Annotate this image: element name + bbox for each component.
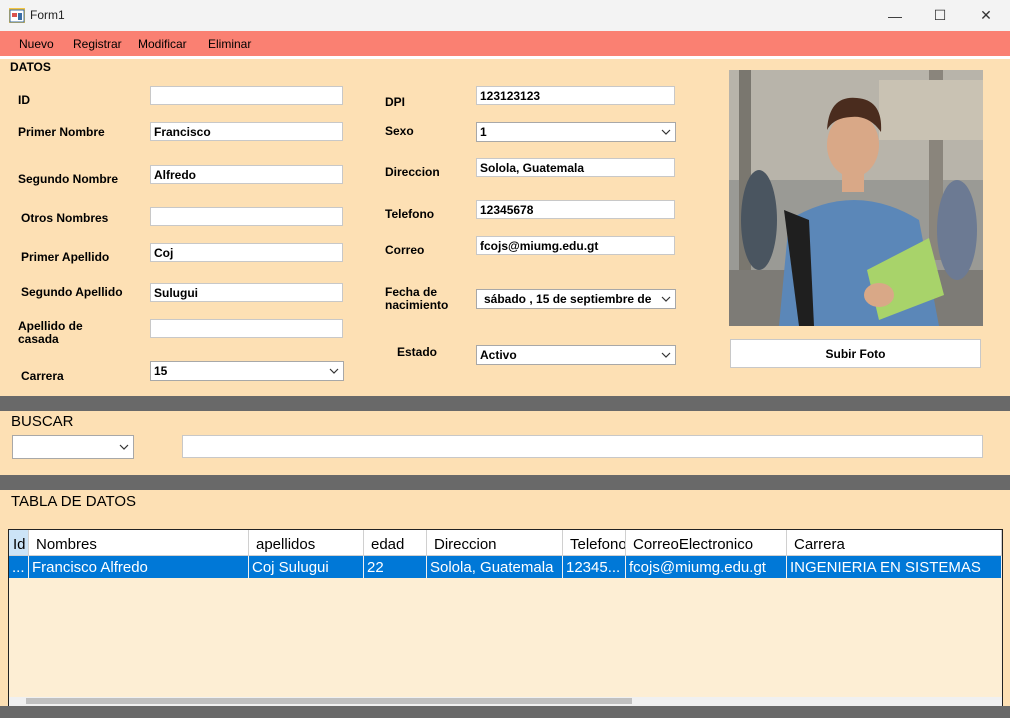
bottom-divider	[0, 706, 1010, 718]
label-primer-nombre: Primer Nombre	[18, 125, 105, 139]
label-segundo-apellido: Segundo Apellido	[21, 285, 123, 299]
label-direccion: Direccion	[385, 165, 440, 179]
label-apellido-casada-line2: casada	[18, 332, 59, 346]
label-primer-apellido: Primer Apellido	[21, 250, 110, 264]
chevron-down-icon	[661, 129, 671, 135]
label-correo: Correo	[385, 243, 425, 257]
subir-foto-button[interactable]: Subir Foto	[730, 339, 981, 368]
chevron-down-icon	[661, 296, 671, 302]
table-cell-correo[interactable]: fcojs@miumg.edu.gt	[626, 556, 787, 578]
segundo-apellido-input[interactable]: Sulugui	[150, 283, 343, 302]
label-estado: Estado	[397, 345, 438, 359]
otros-nombres-input[interactable]	[150, 207, 343, 226]
table-cell-apellidos[interactable]: Coj Sulugui	[249, 556, 364, 578]
dpi-input[interactable]: 123123123	[476, 86, 675, 105]
column-header-edad[interactable]: edad	[364, 530, 427, 556]
buscar-filter-combobox[interactable]	[12, 435, 134, 459]
data-grid[interactable]: Id Nombres apellidos edad Direccion Tele…	[8, 529, 1003, 706]
student-photo	[729, 70, 983, 326]
menu-bar: Nuevo Registrar Modificar Eliminar	[0, 31, 1010, 59]
fecha-nacimiento-picker[interactable]: sábado , 15 de septiembre de	[476, 289, 676, 309]
menu-nuevo[interactable]: Nuevo	[19, 37, 54, 51]
column-header-carrera[interactable]: Carrera	[787, 530, 1002, 556]
section-divider	[0, 396, 1010, 411]
label-sexo: Sexo	[385, 124, 414, 138]
segundo-nombre-input[interactable]: Alfredo	[150, 165, 343, 184]
column-header-id[interactable]: Id	[9, 530, 29, 556]
menu-modificar[interactable]: Modificar	[138, 37, 187, 51]
label-fecha-line1: Fecha de	[385, 285, 438, 299]
menu-eliminar[interactable]: Eliminar	[208, 37, 251, 51]
label-dpi: DPI	[385, 95, 406, 109]
section-divider	[0, 475, 1010, 490]
table-cell-carrera[interactable]: INGENIERIA EN SISTEMAS	[787, 556, 1002, 578]
table-cell-edad[interactable]: 22	[364, 556, 427, 578]
fecha-nacimiento-value: sábado , 15 de septiembre de	[484, 292, 652, 306]
estado-combobox[interactable]: Activo	[476, 345, 676, 365]
column-header-correo[interactable]: CorreoElectronico	[626, 530, 787, 556]
column-header-telefono[interactable]: Telefono	[563, 530, 626, 556]
estado-value: Activo	[480, 348, 517, 362]
id-input[interactable]	[150, 86, 343, 105]
scrollbar-thumb[interactable]	[26, 698, 632, 704]
buscar-title: BUSCAR	[11, 413, 74, 430]
label-id: ID	[18, 93, 30, 107]
carrera-value: 15	[154, 364, 168, 378]
carrera-combobox[interactable]: 15	[150, 361, 344, 381]
label-fecha-line2: nacimiento	[385, 298, 449, 312]
correo-input[interactable]: fcojs@miumg.edu.gt	[476, 236, 675, 255]
column-header-apellidos[interactable]: apellidos	[249, 530, 364, 556]
chevron-down-icon	[119, 444, 129, 450]
datos-title: DATOS	[10, 60, 51, 74]
table-cell-telefono[interactable]: 12345...	[563, 556, 626, 578]
chevron-down-icon	[329, 368, 339, 374]
maximize-button[interactable]: ☐	[917, 0, 963, 31]
primer-apellido-input[interactable]: Coj	[150, 243, 343, 262]
label-segundo-nombre: Segundo Nombre	[18, 172, 119, 186]
sexo-value: 1	[480, 125, 487, 139]
minimize-button[interactable]: —	[872, 0, 918, 31]
minimize-icon: —	[888, 7, 902, 24]
column-header-nombres[interactable]: Nombres	[29, 530, 249, 556]
sexo-combobox[interactable]: 1	[476, 122, 676, 142]
maximize-icon: ☐	[933, 7, 947, 23]
app-form-icon	[9, 8, 25, 23]
label-apellido-casada-line1: Apellido de	[18, 319, 83, 333]
primer-nombre-input[interactable]: Francisco	[150, 122, 343, 141]
window-title: Form1	[30, 8, 65, 22]
table-cell-nombres[interactable]: Francisco Alfredo	[29, 556, 249, 578]
table-cell-id[interactable]: ...	[9, 556, 29, 578]
close-icon: ✕	[980, 7, 992, 23]
buscar-input[interactable]	[182, 435, 983, 458]
label-telefono: Telefono	[385, 207, 435, 221]
table-cell-direccion[interactable]: Solola, Guatemala	[427, 556, 563, 578]
chevron-down-icon	[661, 352, 671, 358]
telefono-input[interactable]: 12345678	[476, 200, 675, 219]
title-bar: Form1 — ☐ ✕	[0, 0, 1010, 31]
label-otros-nombres: Otros Nombres	[21, 211, 109, 225]
apellido-casada-input[interactable]	[150, 319, 343, 338]
column-header-direccion[interactable]: Direccion	[427, 530, 563, 556]
menu-registrar[interactable]: Registrar	[73, 37, 122, 51]
subir-foto-label: Subir Foto	[825, 346, 886, 361]
tabla-title: TABLA DE DATOS	[11, 493, 137, 510]
close-button[interactable]: ✕	[963, 0, 1009, 31]
label-carrera: Carrera	[21, 369, 64, 383]
direccion-input[interactable]: Solola, Guatemala	[476, 158, 675, 177]
